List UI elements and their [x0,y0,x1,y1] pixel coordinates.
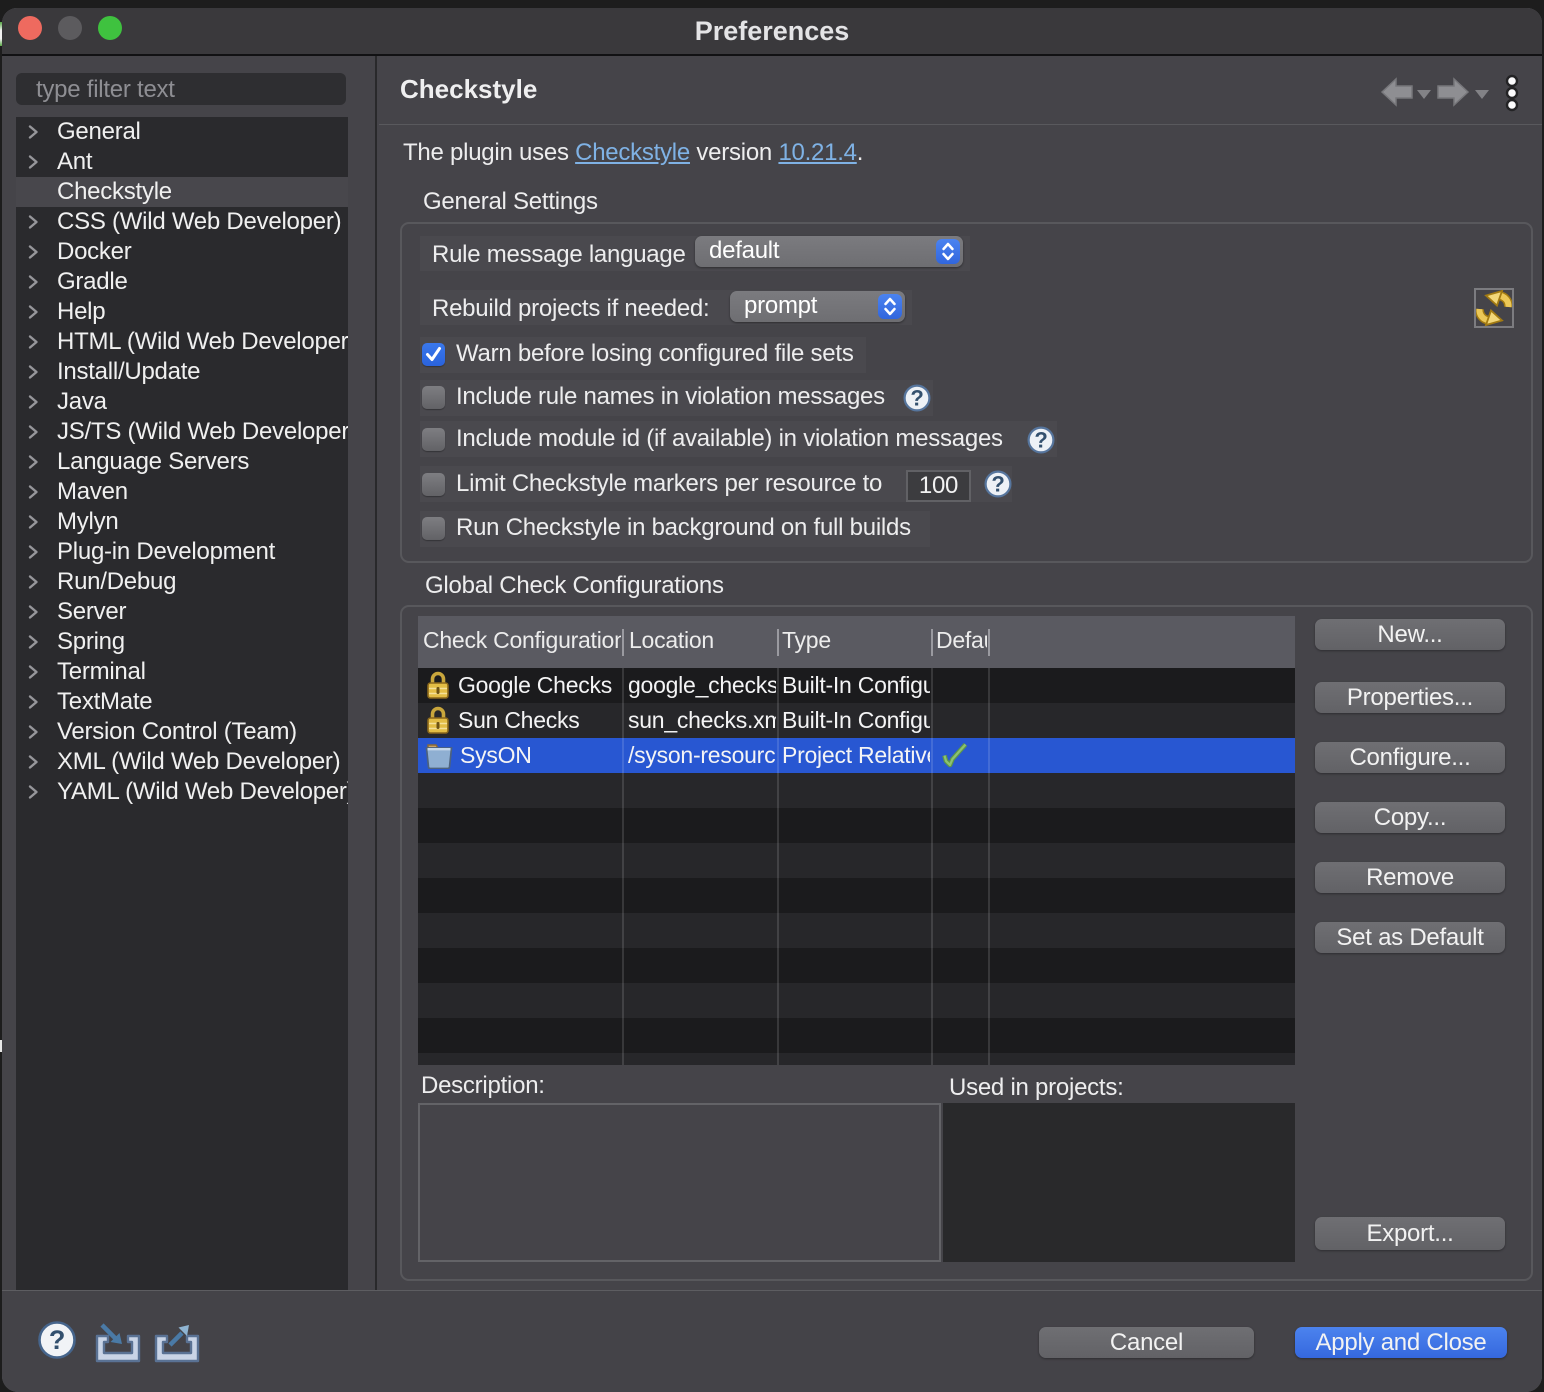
svg-text:?: ? [991,472,1004,497]
svg-text:?: ? [49,1325,65,1355]
svg-text:?: ? [1034,428,1047,453]
svg-text:?: ? [910,386,923,411]
